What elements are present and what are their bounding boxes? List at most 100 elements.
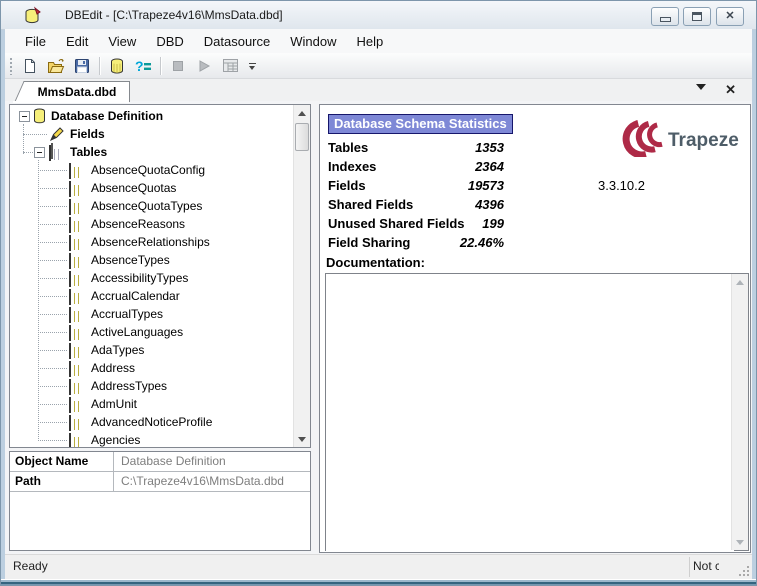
scroll-down-icon[interactable] [732, 534, 748, 550]
tree-item-table[interactable]: AbsenceQuotaConfig [10, 161, 310, 179]
tree-item-table[interactable]: ActiveLanguages [10, 323, 310, 341]
menu-help[interactable]: Help [347, 31, 394, 52]
client-area: Database Definition Fields Tables Absenc… [5, 101, 752, 555]
property-value: Database Definition [121, 452, 226, 471]
tree-item-tables[interactable]: Tables [10, 143, 310, 161]
stop-icon [171, 59, 185, 73]
save-file-button[interactable] [69, 54, 95, 78]
fields-icon [49, 126, 65, 142]
form-view-button-disabled [217, 54, 243, 78]
window-frame-bottom [1, 579, 756, 585]
tree-item-label: AbsenceQuotaConfig [91, 161, 205, 179]
tree-item-database-definition[interactable]: Database Definition [10, 107, 310, 125]
tree-item-label: AccessibilityTypes [91, 269, 188, 287]
collapse-toggle-icon[interactable] [19, 111, 30, 122]
stat-label: Tables [328, 140, 368, 155]
stat-row: Field Sharing22.46% [328, 233, 504, 252]
object-info-row: Path C:\Trapeze4v16\MmsData.dbd [10, 472, 310, 492]
menu-file[interactable]: File [15, 31, 56, 52]
scroll-up-icon[interactable] [294, 105, 310, 121]
tree-item-table[interactable]: Agencies [10, 431, 310, 448]
field-help-button[interactable]: ? [130, 54, 156, 78]
toolbar-separator [99, 57, 100, 75]
schema-statistics-panel: Database Schema Statistics Tables1353 In… [319, 104, 751, 553]
title-bar[interactable]: DBEdit - [C:\Trapeze4v16\MmsData.dbd] ✕ [1, 1, 756, 30]
resize-grip[interactable] [737, 564, 749, 576]
tree-item-label: Address [91, 359, 135, 377]
run-button-disabled [191, 54, 217, 78]
stat-label: Shared Fields [328, 197, 413, 212]
stat-value: 199 [482, 214, 504, 233]
database-button[interactable] [104, 54, 130, 78]
minimize-button[interactable] [651, 7, 679, 26]
minimize-icon [660, 17, 671, 22]
stat-value: 2364 [475, 157, 504, 176]
property-value: C:\Trapeze4v16\MmsData.dbd [121, 472, 284, 491]
tree-item-table[interactable]: AbsenceTypes [10, 251, 310, 269]
tree-item-fields[interactable]: Fields [10, 125, 310, 143]
tab-mmsdata[interactable]: MmsData.dbd [25, 81, 130, 102]
tree-item-table[interactable]: AbsenceQuotas [10, 179, 310, 197]
scroll-down-icon[interactable] [294, 431, 310, 447]
stats-header: Database Schema Statistics [328, 114, 513, 134]
tree-item-table[interactable]: AbsenceReasons [10, 215, 310, 233]
toolbar-overflow-button[interactable] [245, 56, 259, 76]
tree-item-label: Database Definition [51, 107, 163, 125]
tree-scrollbar[interactable] [293, 105, 310, 447]
tree-item-label: AbsenceQuotaTypes [91, 197, 202, 215]
overflow-chevron-icon [249, 66, 255, 70]
dbedit-window: DBEdit - [C:\Trapeze4v16\MmsData.dbd] ✕ … [0, 0, 757, 586]
menu-dbd[interactable]: DBD [146, 31, 193, 52]
stat-row: Fields19573 [328, 176, 504, 195]
logo-text: Trapeze [668, 130, 739, 151]
menu-view[interactable]: View [98, 31, 146, 52]
menu-window[interactable]: Window [280, 31, 346, 52]
tab-list-dropdown-icon[interactable] [696, 84, 706, 90]
stat-label: Unused Shared Fields [328, 216, 465, 231]
table-icon [69, 397, 71, 413]
tree-item-table[interactable]: AdmUnit [10, 395, 310, 413]
tool-bar: ? [5, 53, 752, 79]
tree-item-label: AccrualTypes [91, 305, 163, 323]
collapse-toggle-icon[interactable] [34, 147, 45, 158]
tree-item-table[interactable]: AbsenceRelationships [10, 233, 310, 251]
documentation-scrollbar[interactable] [731, 274, 748, 550]
close-button[interactable]: ✕ [716, 7, 744, 26]
documentation-textarea[interactable] [326, 274, 734, 552]
scroll-up-icon[interactable] [732, 274, 748, 290]
toolbar-separator [160, 57, 161, 75]
restore-button[interactable] [683, 7, 711, 26]
stat-label: Indexes [328, 159, 376, 174]
tree-item-table[interactable]: AccrualCalendar [10, 287, 310, 305]
menu-edit[interactable]: Edit [56, 31, 98, 52]
schema-tree: Database Definition Fields Tables Absenc… [10, 105, 310, 447]
tree-item-label: Tables [70, 143, 107, 161]
stat-value: 19573 [468, 176, 504, 195]
tree-item-table[interactable]: Address [10, 359, 310, 377]
object-info-row: Object Name Database Definition [10, 452, 310, 472]
table-icon [69, 163, 71, 179]
table-icon [69, 325, 71, 341]
table-icon [69, 271, 71, 287]
open-file-button[interactable] [43, 54, 69, 78]
document-tab-bar: MmsData.dbd ✕ [5, 79, 752, 102]
close-tab-icon[interactable]: ✕ [725, 80, 736, 100]
tree-item-table[interactable]: AddressTypes [10, 377, 310, 395]
toolbar-grip[interactable] [9, 57, 13, 75]
database-icon [110, 58, 124, 74]
tree-item-label: Agencies [91, 431, 140, 448]
table-icon [69, 379, 71, 395]
menu-datasource[interactable]: Datasource [194, 31, 280, 52]
scrollbar-thumb[interactable] [295, 123, 309, 151]
tree-item-label: AdvancedNoticeProfile [91, 413, 212, 431]
tree-item-table[interactable]: AccrualTypes [10, 305, 310, 323]
tab-label: MmsData.dbd [38, 85, 117, 99]
tree-item-table[interactable]: AbsenceQuotaTypes [10, 197, 310, 215]
svg-text:?: ? [135, 58, 144, 74]
form-view-icon [222, 58, 239, 73]
tree-item-table[interactable]: AdaTypes [10, 341, 310, 359]
new-file-button[interactable] [17, 54, 43, 78]
schema-tree-panel: Database Definition Fields Tables Absenc… [9, 104, 311, 448]
tree-item-table[interactable]: AccessibilityTypes [10, 269, 310, 287]
tree-item-table[interactable]: AdvancedNoticeProfile [10, 413, 310, 431]
